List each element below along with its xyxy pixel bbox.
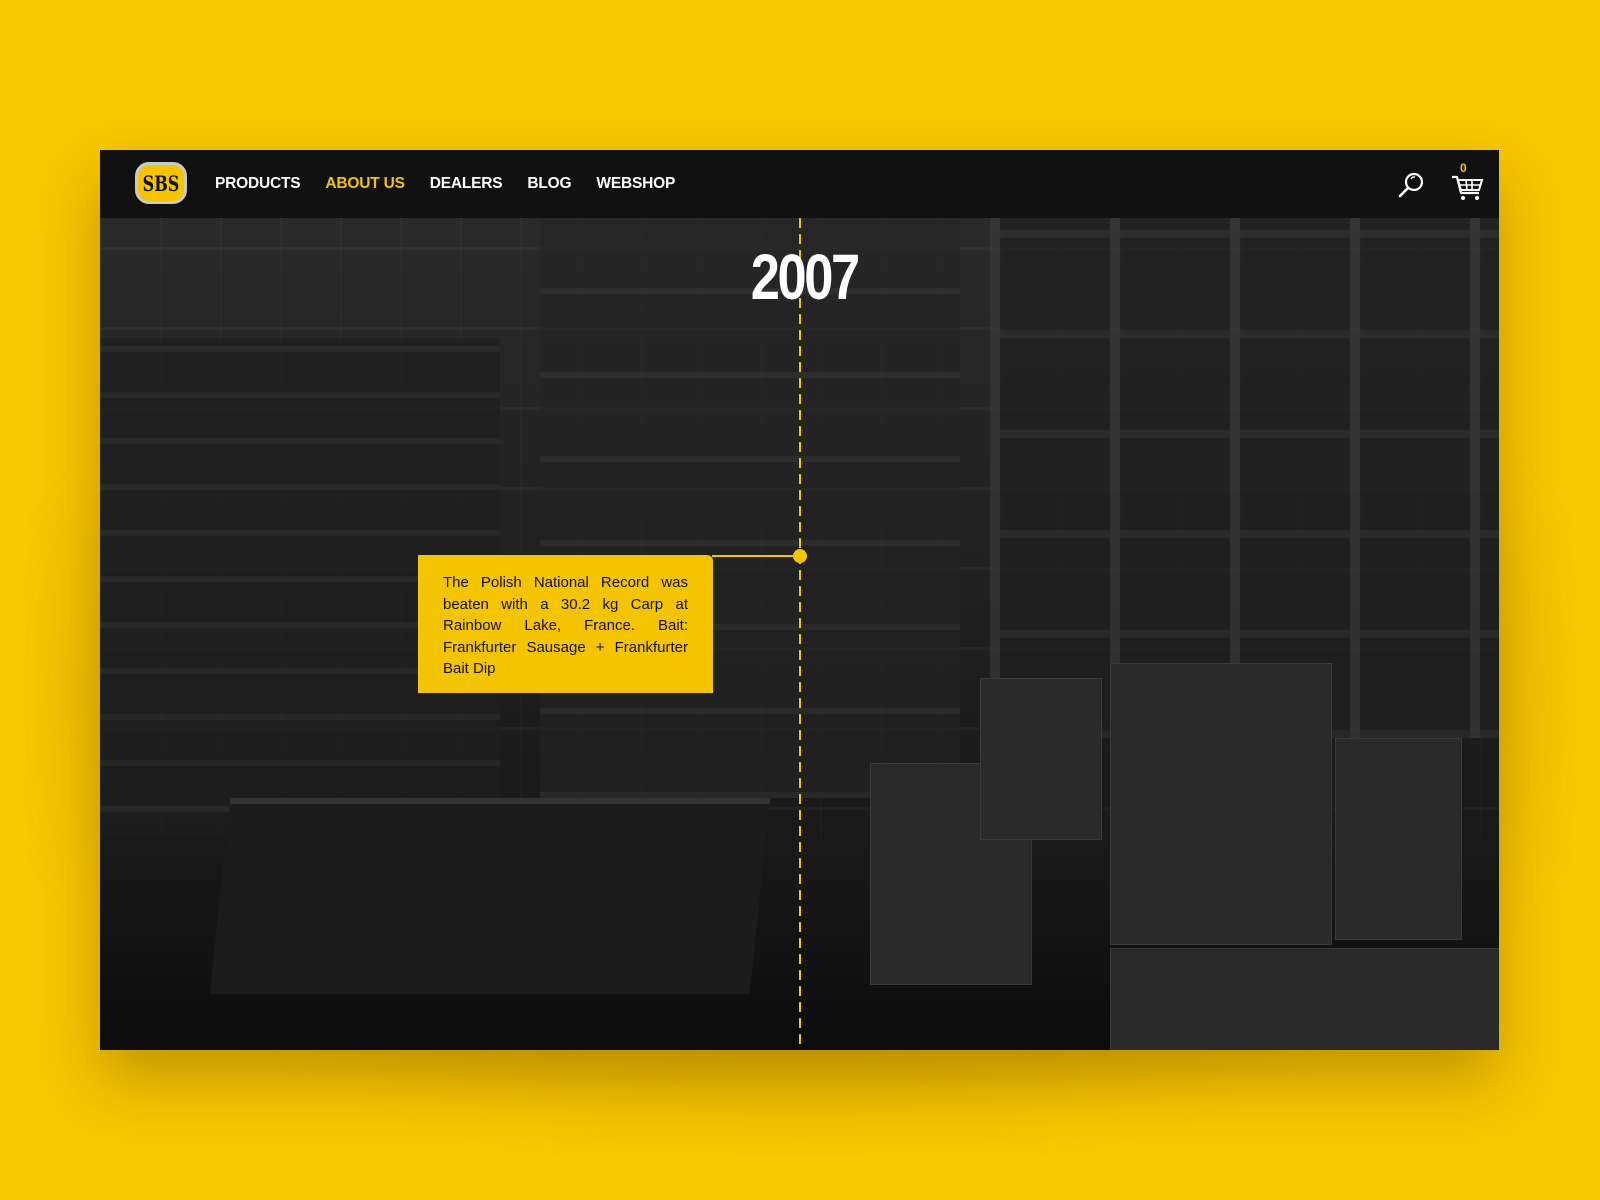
warehouse-shelf — [990, 218, 1499, 738]
timeline-line — [799, 218, 801, 1050]
work-table — [209, 798, 771, 994]
timeline-event-text: The Polish National Record was beaten wi… — [443, 574, 688, 677]
cardboard-box — [1110, 948, 1499, 1050]
website-frame: SBS PRODUCTS ABOUT US DEALERS BLOG WEBSH… — [100, 150, 1499, 1050]
cart-icon[interactable] — [1450, 165, 1484, 203]
nav-item-dealers[interactable]: DEALERS — [430, 175, 503, 193]
search-icon[interactable] — [1396, 170, 1426, 200]
timeline-year: 2007 — [750, 241, 860, 313]
timeline-connector — [712, 555, 798, 557]
main-nav: PRODUCTS ABOUT US DEALERS BLOG WEBSHOP — [215, 150, 675, 218]
nav-item-webshop[interactable]: WEBSHOP — [596, 175, 675, 193]
cart-count-badge: 0 — [1460, 161, 1467, 175]
timeline-event-card: The Polish National Record was beaten wi… — [418, 555, 713, 693]
nav-item-products[interactable]: PRODUCTS — [215, 175, 301, 193]
logo-text: SBS — [142, 170, 180, 196]
cardboard-box — [980, 678, 1102, 840]
cardboard-box — [1110, 663, 1332, 945]
nav-item-blog[interactable]: BLOG — [527, 175, 571, 193]
navbar: SBS PRODUCTS ABOUT US DEALERS BLOG WEBSH… — [100, 150, 1499, 218]
nav-item-about-us[interactable]: ABOUT US — [325, 175, 405, 193]
cardboard-box — [1335, 738, 1462, 940]
sbs-logo[interactable]: SBS — [135, 162, 187, 204]
